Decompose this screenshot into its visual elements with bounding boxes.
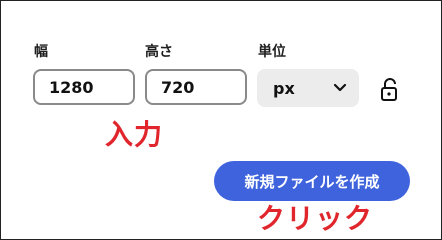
unlock-icon[interactable]	[379, 77, 401, 103]
unit-select-value: px	[273, 78, 295, 98]
click-annotation: クリック	[257, 202, 374, 235]
create-new-file-button[interactable]: 新規ファイルを作成	[214, 161, 410, 201]
height-input[interactable]: 720	[145, 69, 247, 105]
unit-label: 単位	[258, 44, 286, 60]
chevron-down-icon	[333, 83, 347, 93]
width-input[interactable]: 1280	[33, 69, 135, 105]
height-label: 高さ	[145, 44, 173, 60]
unit-select[interactable]: px	[257, 69, 359, 107]
input-annotation: 入力	[105, 118, 164, 151]
dialog-frame: 幅 1280 高さ 720 単位 px 入力 新規ファイルを作成 クリック	[0, 0, 442, 240]
width-label: 幅	[34, 44, 48, 60]
